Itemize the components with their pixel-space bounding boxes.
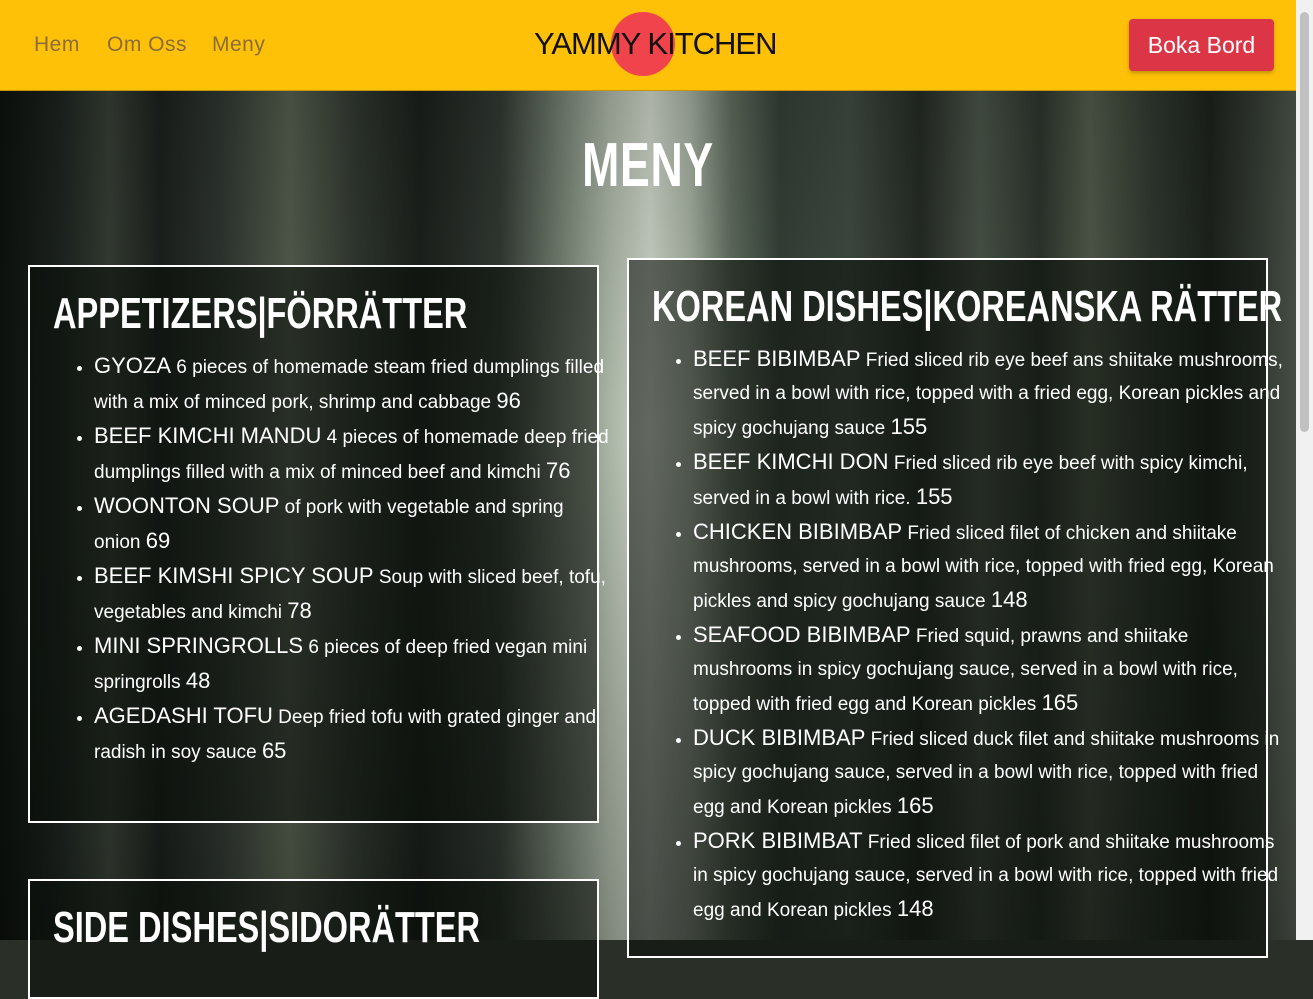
menu-item: CHICKEN BIBIMBAP Fried sliced filet of c…: [693, 515, 1283, 618]
menu-item: PORK BIBIMBAT Fried sliced filet of pork…: [693, 824, 1283, 927]
side-dishes-panel: SIDE DISHES|SIDORÄTTER: [28, 879, 599, 999]
menu-list: BEEF BIBIMBAP Fried sliced rib eye beef …: [652, 342, 1283, 927]
dish-name: AGEDASHI TOFU: [94, 703, 273, 728]
dish-name: DUCK BIBIMBAP: [693, 725, 866, 750]
menu-item: SEAFOOD BIBIMBAP Fried squid, prawns and…: [693, 618, 1283, 721]
dish-name: GYOZA: [94, 353, 172, 378]
dish-price: 96: [496, 388, 521, 413]
menu-item: BEEF KIMSHI SPICY SOUP Soup with sliced …: [94, 559, 614, 629]
dish-price: 78: [287, 598, 312, 623]
page-title: MENY: [582, 131, 714, 200]
dish-price: 155: [890, 414, 928, 439]
menu-item: BEEF BIBIMBAP Fried sliced rib eye beef …: [693, 342, 1283, 445]
dish-name: BEEF BIBIMBAP: [693, 346, 861, 371]
dish-price: 165: [896, 793, 934, 818]
menu-item: MINI SPRINGROLLS 6 pieces of deep fried …: [94, 629, 614, 699]
dish-price: 65: [261, 738, 287, 763]
nav-link-om-oss[interactable]: Om Oss: [107, 33, 187, 57]
dish-name: WOONTON SOUP: [94, 493, 280, 518]
dish-name: BEEF KIMCHI DON: [693, 449, 889, 474]
dish-price: 155: [915, 484, 953, 509]
dish-name: MINI SPRINGROLLS: [94, 633, 304, 658]
appetizers-panel: APPETIZERS|FÖRRÄTTER GYOZA 6 pieces of h…: [28, 265, 609, 823]
dish-name: BEEF KIMSHI SPICY SOUP: [94, 563, 374, 588]
top-navbar: Hem Om Oss Meny YAMMY KITCHEN Boka Bord: [0, 0, 1296, 91]
scrollbar-thumb[interactable]: [1300, 12, 1309, 432]
korean-dishes-panel: KOREAN DISHES|KOREANSKA RÄTTER BEEF BIBI…: [627, 258, 1283, 958]
section-title: APPETIZERS|FÖRRÄTTER: [53, 289, 468, 338]
dish-name: PORK BIBIMBAT: [693, 828, 863, 853]
dish-name: SEAFOOD BIBIMBAP: [693, 622, 911, 647]
menu-item: BEEF KIMCHI DON Fried sliced rib eye bee…: [693, 445, 1283, 515]
section-title: KOREAN DISHES|KOREANSKA RÄTTER: [652, 282, 1283, 331]
section-title: SIDE DISHES|SIDORÄTTER: [53, 903, 481, 952]
menu-item: DUCK BIBIMBAP Fried sliced duck filet an…: [693, 721, 1283, 824]
dish-description: 6 pieces of homemade steam fried dumplin…: [94, 357, 605, 413]
dish-price: 48: [185, 668, 211, 693]
dish-price: 148: [896, 896, 934, 921]
book-table-button[interactable]: Boka Bord: [1129, 19, 1274, 71]
nav-link-hem[interactable]: Hem: [34, 33, 80, 57]
dish-name: BEEF KIMCHI MANDU: [94, 423, 322, 448]
nav-link-meny[interactable]: Meny: [212, 33, 265, 57]
dish-price: 76: [546, 458, 571, 483]
dish-price: 69: [145, 528, 171, 553]
menu-item: GYOZA 6 pieces of homemade steam fried d…: [94, 349, 614, 419]
menu-list: GYOZA 6 pieces of homemade steam fried d…: [53, 349, 614, 769]
dish-price: 165: [1041, 690, 1079, 715]
dish-name: CHICKEN BIBIMBAP: [693, 519, 903, 544]
menu-item: WOONTON SOUP of pork with vegetable and …: [94, 489, 614, 559]
brand-logo[interactable]: YAMMY KITCHEN: [534, 26, 777, 62]
dish-price: 148: [990, 587, 1028, 612]
menu-item: AGEDASHI TOFU Deep fried tofu with grate…: [94, 699, 614, 769]
vertical-scrollbar[interactable]: [1296, 0, 1313, 940]
menu-item: BEEF KIMCHI MANDU 4 pieces of homemade d…: [94, 419, 614, 489]
